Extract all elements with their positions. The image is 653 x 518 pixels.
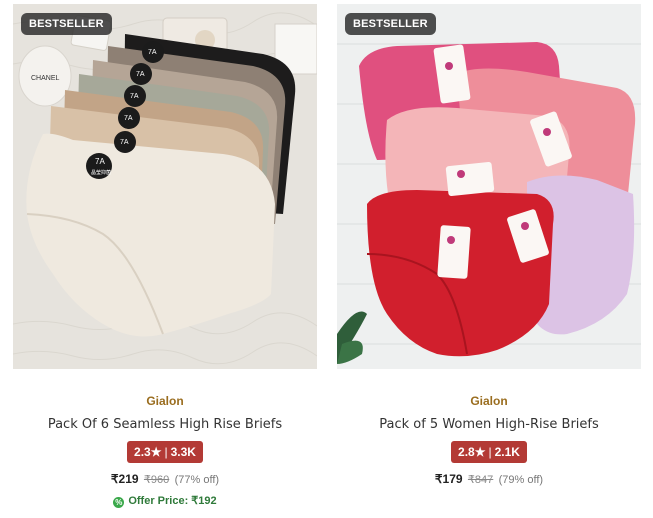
product-title[interactable]: Pack Of 6 Seamless High Rise Briefs [13, 417, 317, 432]
svg-text:晶莹抑菌: 晶莹抑菌 [91, 169, 111, 176]
product-photo: CHANEL 7A 晶莹抑菌 7A 7A 7A 7A 7A [13, 4, 317, 369]
rating-value: 2.8 [458, 445, 475, 459]
bestseller-badge: BESTSELLER [21, 13, 112, 35]
svg-text:CHANEL: CHANEL [31, 75, 60, 82]
review-count: 2.1K [494, 445, 520, 459]
product-card-2[interactable]: BESTSELLER Gialon Pack of 5 Women High-R… [337, 4, 641, 486]
price-row: ₹179 ₹847 (79% off) [337, 472, 641, 486]
svg-text:7A: 7A [136, 71, 145, 78]
sale-price: ₹179 [434, 472, 463, 486]
star-icon: ★ [150, 445, 162, 459]
rating-badge: 2.3★ | 3.3K [127, 441, 203, 463]
svg-text:7A: 7A [124, 115, 133, 122]
product-image[interactable]: BESTSELLER [337, 4, 641, 369]
sale-price: ₹219 [110, 472, 139, 486]
discount-percent: (77% off) [174, 474, 220, 486]
rating-badge: 2.8★ | 2.1K [451, 441, 527, 463]
svg-text:7A: 7A [148, 49, 157, 56]
star-icon: ★ [474, 445, 486, 459]
product-image[interactable]: CHANEL 7A 晶莹抑菌 7A 7A 7A 7A 7A BESTSELLER [13, 4, 317, 369]
product-photo [337, 4, 641, 369]
brand-name[interactable]: Gialon [13, 394, 317, 408]
bestseller-badge: BESTSELLER [345, 13, 436, 35]
svg-text:7A: 7A [95, 157, 105, 166]
brand-name[interactable]: Gialon [337, 394, 641, 408]
original-price: ₹960 [143, 474, 170, 486]
svg-text:7A: 7A [130, 93, 139, 100]
review-count: 3.3K [170, 445, 196, 459]
rating-separator: | [488, 445, 492, 459]
offer-price: Offer Price: ₹192 [128, 495, 217, 507]
price-row: ₹219 ₹960 (77% off) [13, 472, 317, 486]
discount-percent: (79% off) [498, 474, 544, 486]
offer-price-row: % Offer Price: ₹192 [13, 494, 317, 508]
rating-row: 2.3★ | 3.3K [13, 441, 317, 463]
product-title[interactable]: Pack of 5 Women High-Rise Briefs [337, 417, 641, 432]
product-card-1[interactable]: CHANEL 7A 晶莹抑菌 7A 7A 7A 7A 7A BESTSELLER… [13, 4, 317, 508]
rating-row: 2.8★ | 2.1K [337, 441, 641, 463]
rating-separator: | [164, 445, 168, 459]
discount-tag-icon: % [113, 497, 125, 508]
rating-value: 2.3 [134, 445, 151, 459]
original-price: ₹847 [467, 474, 494, 486]
svg-text:7A: 7A [120, 139, 129, 146]
